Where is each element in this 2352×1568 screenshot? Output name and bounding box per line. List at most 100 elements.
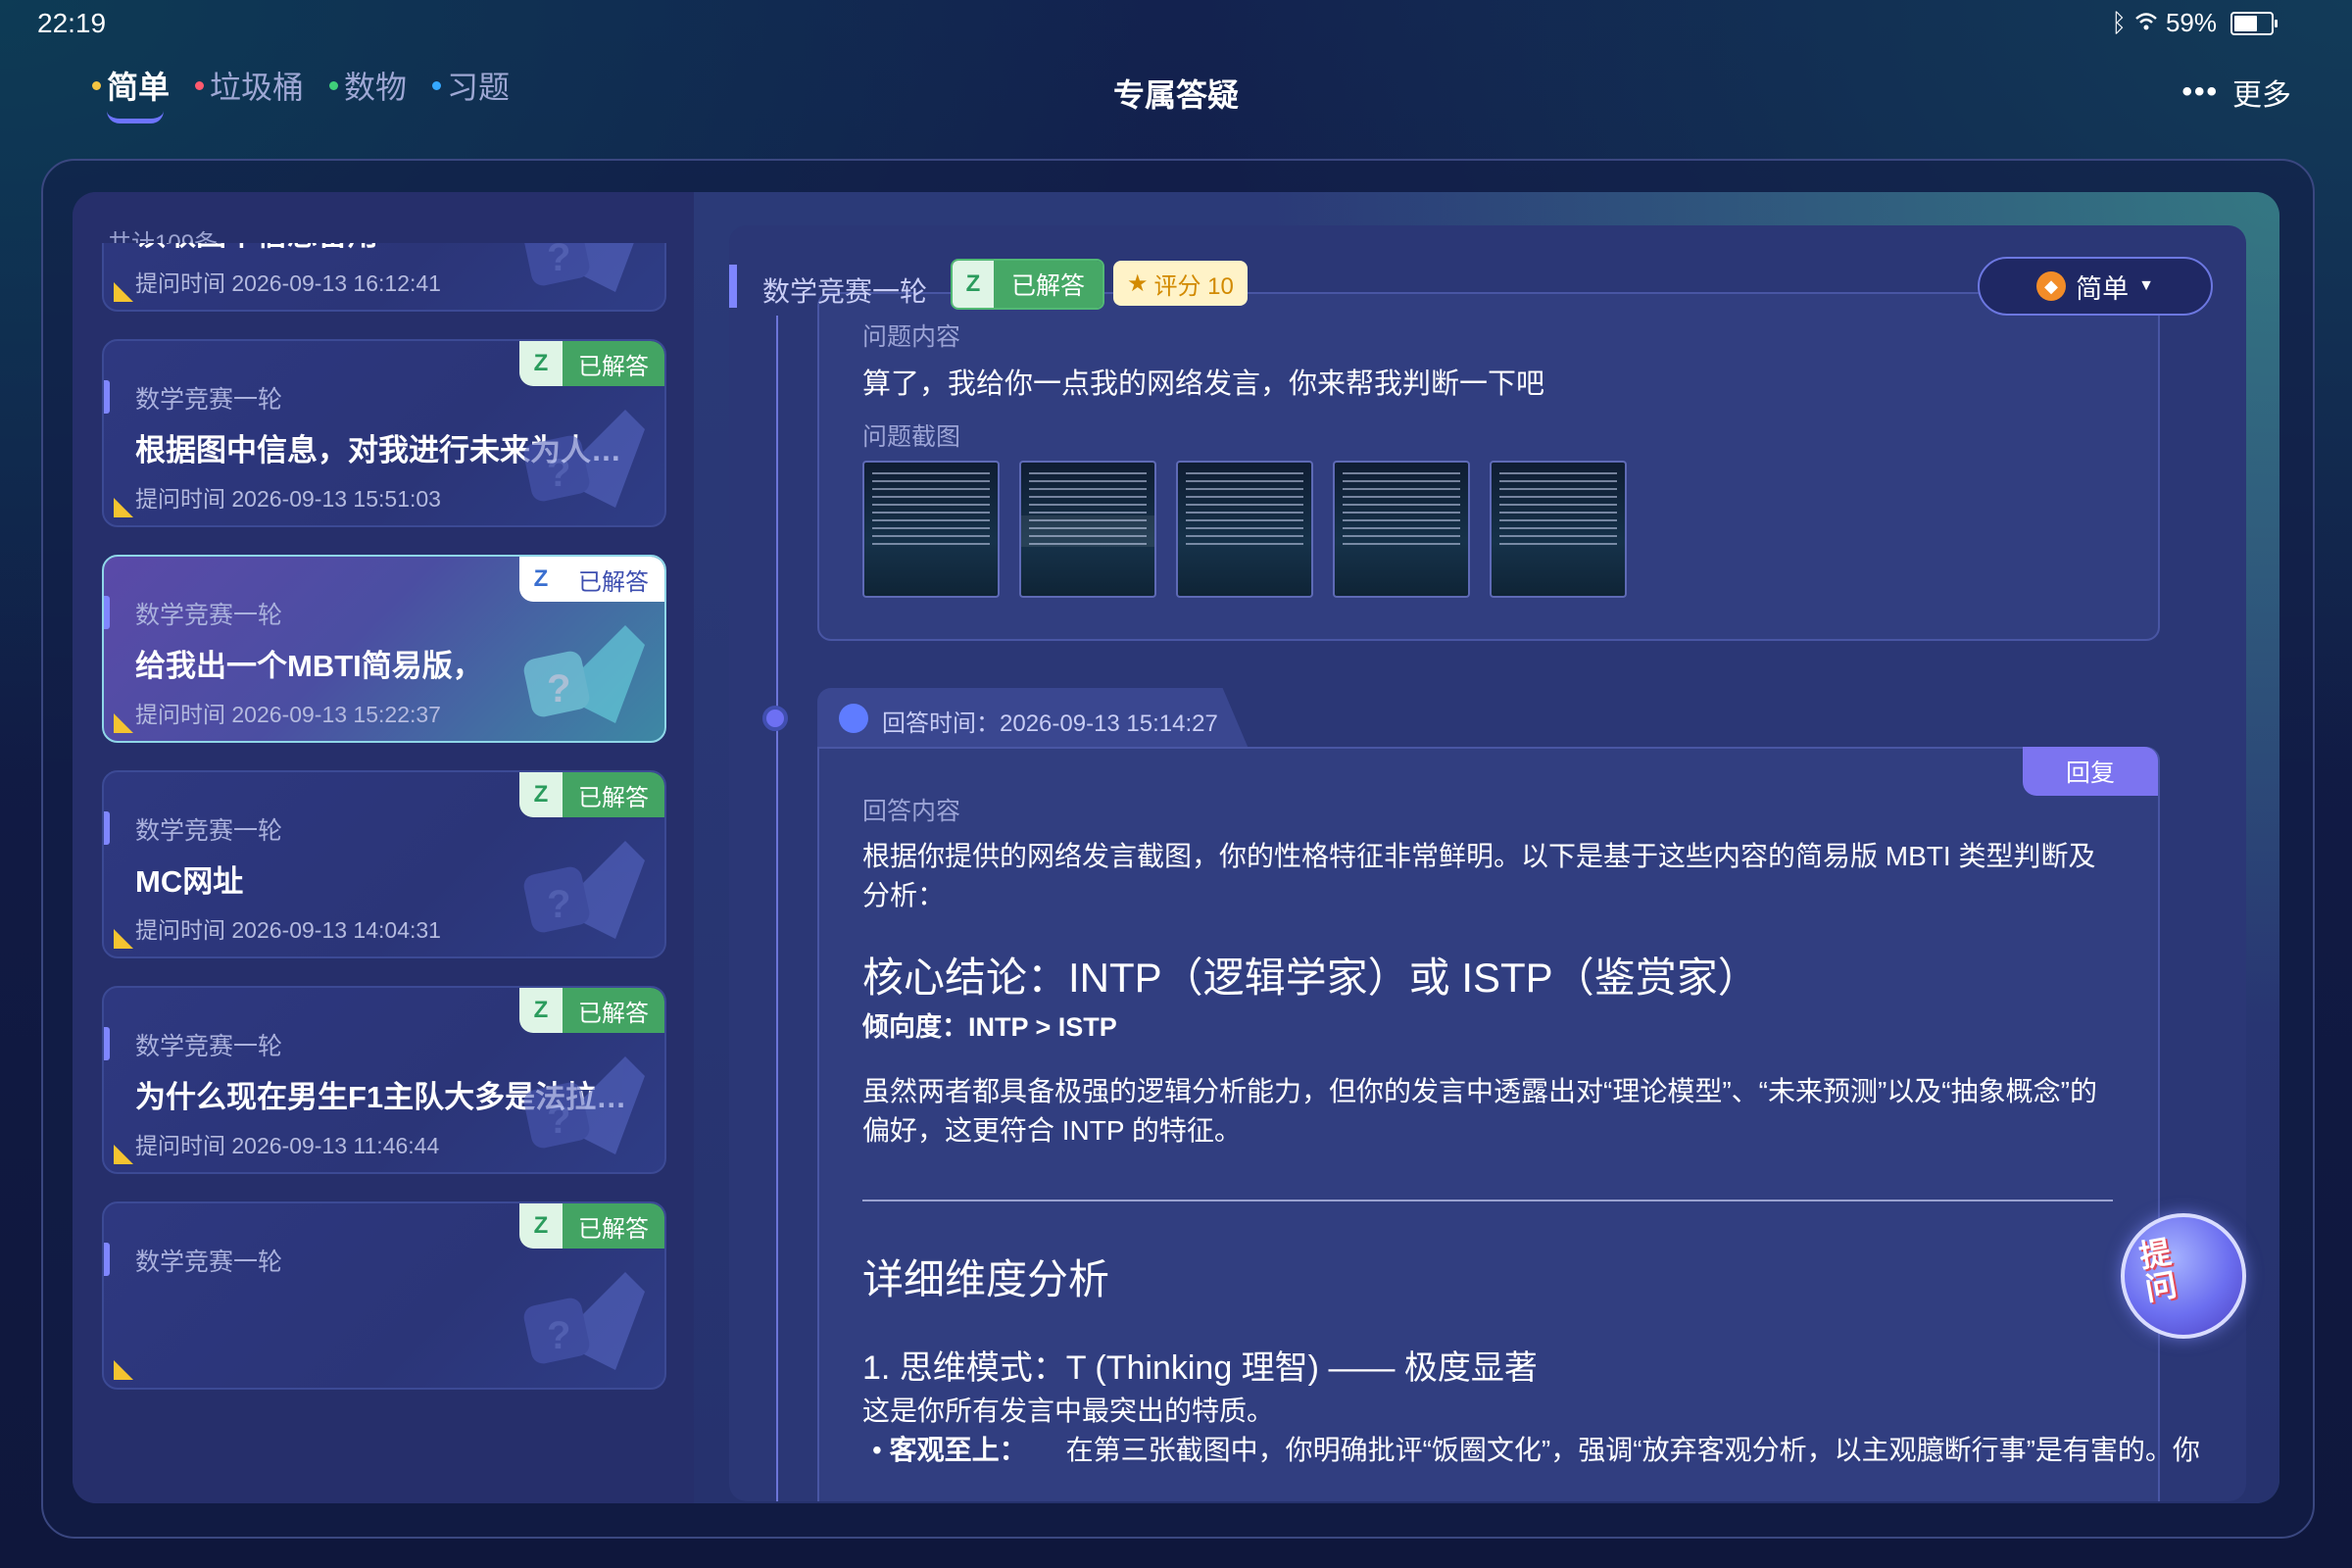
question-cards[interactable]: 数学竞赛一轮读取图中信息备用提问时间 2026-09-13 16:12:41Z已…	[102, 243, 666, 1503]
answer-header: 回答时间：2026-09-13 15:14:27	[817, 688, 1249, 749]
timeline-dot	[762, 706, 788, 731]
answer-box: 回复 回答内容 根据你提供的网络发言截图，你的性格特征非常鲜明。以下是基于这些内…	[817, 747, 2200, 1501]
question-mark-icon: ?	[523, 625, 645, 723]
question-card[interactable]: 数学竞赛一轮 Z 已解答?	[102, 1201, 666, 1390]
answer-label: 回答内容	[862, 798, 961, 825]
question-card[interactable]: 数学竞赛一轮读取图中信息备用提问时间 2026-09-13 16:12:41Z已…	[102, 243, 666, 312]
question-card[interactable]: 数学竞赛一轮 为什么现在男生F1主队大多是法拉利… 提问时间 2026-09-13 …	[102, 986, 666, 1174]
ask-label: 提问	[2136, 1234, 2180, 1307]
difficulty-label: 简单	[2076, 273, 2130, 304]
star-icon: ★	[1127, 270, 1149, 297]
score-label: 评分 10	[1153, 272, 1234, 300]
card-category: 数学竞赛一轮	[135, 602, 283, 629]
question-text: 算了，我给你一点我的网络发言，你来帮我判断一下吧	[862, 368, 1545, 400]
answer-tendency: 倾向度：INTP > ISTP	[862, 1012, 1117, 1042]
more-button[interactable]: ••• 更多	[2181, 71, 2291, 114]
card-category: 数学竞赛一轮	[135, 386, 283, 414]
answered-label: 已解答	[994, 261, 1103, 308]
answer-paragraph-2: 这是你所有发言中最突出的特质。	[862, 1396, 1275, 1426]
battery-percent: 59%	[2165, 8, 2217, 37]
card-time: 提问时间 2026-09-13 15:22:37	[135, 702, 441, 727]
question-detail: 问题内容 算了，我给你一点我的网络发言，你来帮我判断一下吧 问题截图 数学竞赛一…	[729, 225, 2246, 1501]
screenshot-thumbnail[interactable]	[1019, 461, 1156, 598]
thumbnail-band	[1021, 515, 1154, 547]
corner-flag-icon	[114, 1360, 133, 1380]
card-marker	[104, 1243, 110, 1276]
wifi-icon	[2134, 8, 2158, 38]
answer-intro: 根据你提供的网络发言截图，你的性格特征非常鲜明。以下是基于这些内容的简易版 MB…	[862, 841, 2096, 910]
bullet-title: 客观至上：	[889, 1435, 1027, 1465]
question-box: 问题内容 算了，我给你一点我的网络发言，你来帮我判断一下吧 问题截图	[817, 292, 2160, 641]
corner-flag-icon	[114, 713, 133, 733]
svg-text:?: ?	[547, 667, 570, 710]
card-time: 提问时间 2026-09-13 16:12:41	[135, 270, 441, 296]
question-mark-icon: ?	[523, 1272, 645, 1370]
answered-badge: Z 已解答	[951, 259, 1105, 310]
tag-icon: ◆	[2036, 271, 2067, 301]
thumbnail-text-lines	[1186, 472, 1303, 551]
corner-flag-icon	[114, 929, 133, 949]
question-card[interactable]: 数学竞赛一轮 MC网址 提问时间 2026-09-13 14:04:31 Z 已解答?	[102, 770, 666, 958]
thumbnail-text-lines	[1499, 472, 1617, 551]
question-list: 共计109条 数学竞赛一轮读取图中信息备用提问时间 2026-09-13 16:…	[73, 192, 694, 1503]
svg-text:?: ?	[547, 1314, 570, 1357]
answer-subheading: 1. 思维模式：T (Thinking 理智) —— 极度显著	[862, 1349, 1538, 1387]
thumbnail-text-lines	[872, 472, 990, 551]
svg-text:?: ?	[547, 1099, 570, 1142]
card-category: 数学竞赛一轮	[135, 1033, 283, 1060]
more-label: 更多	[2232, 79, 2291, 112]
bluetooth-icon: ᛒ	[2111, 8, 2127, 37]
reply-button[interactable]: 回复	[2023, 747, 2158, 796]
difficulty-select[interactable]: ◆ 简单 ▼	[1978, 257, 2213, 316]
question-mark-icon: ?	[523, 410, 645, 508]
svg-text:?: ?	[547, 883, 570, 926]
page-title: 专属答疑	[1112, 77, 1239, 113]
svg-text:?: ?	[547, 243, 570, 279]
card-marker	[104, 811, 110, 845]
corner-flag-icon	[114, 1145, 133, 1164]
card-time: 提问时间 2026-09-13 11:46:44	[135, 1133, 440, 1158]
card-time: 提问时间 2026-09-13 14:04:31	[135, 917, 441, 943]
bullet-text: 在第三张截图中，你明确批评“饭圈文化”，强调“放弃客观分析，以主观臆断行事”是有…	[1065, 1435, 2200, 1465]
screenshots-label: 问题截图	[862, 423, 961, 451]
screenshot-thumbnail[interactable]	[1176, 461, 1313, 598]
corner-flag-icon	[114, 498, 133, 517]
question-card[interactable]: 数学竞赛一轮 根据图中信息，对我进行未来为人规划 提问时间 2026-09-13 1…	[102, 339, 666, 527]
svg-text:?: ?	[547, 452, 570, 495]
card-time: 提问时间 2026-09-13 15:51:03	[135, 486, 441, 512]
status-bar: 22:19 ᛒ 59%	[0, 0, 2352, 49]
question-card[interactable]: 数学竞赛一轮 给我出一个MBTI简易版， 提问时间 2026-09-13 15:22…	[102, 555, 666, 743]
corner-flag-icon	[114, 282, 133, 302]
card-marker	[104, 1027, 110, 1060]
screenshot-thumbnail[interactable]	[1333, 461, 1470, 598]
question-mark-icon: ?	[523, 243, 634, 292]
card-category: 数学竞赛一轮	[135, 1249, 283, 1276]
detail-category: 数学竞赛一轮	[762, 276, 928, 307]
more-dots-icon: •••	[2181, 75, 2219, 108]
battery-icon	[2230, 11, 2278, 35]
timeline-line	[776, 316, 778, 1501]
question-label: 问题内容	[862, 323, 961, 351]
screenshot-thumbnails	[862, 461, 1627, 598]
card-category: 数学竞赛一轮	[135, 817, 283, 845]
z-icon: Z	[953, 261, 994, 308]
divider	[862, 1200, 2113, 1201]
question-mark-icon: ?	[523, 1056, 645, 1154]
answer-heading-analysis: 详细维度分析	[862, 1256, 1110, 1302]
caret-down-icon: ▼	[2138, 277, 2154, 294]
screenshot-thumbnail[interactable]	[862, 461, 1000, 598]
card-marker	[104, 380, 110, 414]
category-marker	[729, 265, 737, 308]
assistant-avatar-icon	[839, 704, 868, 733]
clock: 22:19	[37, 8, 107, 38]
answer-heading-conclusion: 核心结论：INTP（逻辑学家）或 ISTP（鉴赏家）	[862, 955, 1759, 1001]
answer-paragraph: 虽然两者都具备极强的逻辑分析能力，但你的发言中透露出对“理论模型”、“未来预测”…	[862, 1076, 2097, 1146]
question-mark-icon: ?	[523, 841, 645, 939]
ask-question-button[interactable]: 提问	[2121, 1213, 2246, 1339]
score-badge: ★ 评分 10	[1113, 261, 1248, 306]
system-tray: ᛒ 59%	[2111, 8, 2278, 38]
answer-time: 回答时间：2026-09-13 15:14:27	[882, 710, 1218, 737]
answer-bullet: • 客观至上： 在第三张截图中，你明确批评“饭圈文化”，强调“放弃客观分析，以主观…	[872, 1435, 2200, 1465]
screenshot-thumbnail[interactable]	[1490, 461, 1627, 598]
thumbnail-text-lines	[1343, 472, 1460, 551]
